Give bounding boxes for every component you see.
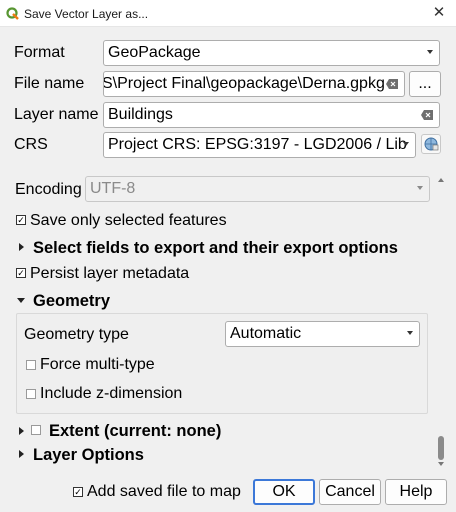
- save-selected-checkbox[interactable]: [16, 215, 26, 225]
- filename-value: S\Project Final\geopackage\Derna.gpkg: [103, 75, 385, 92]
- scroll-down-icon[interactable]: [438, 462, 444, 466]
- crs-selector-button[interactable]: [421, 134, 441, 154]
- extent-checkbox[interactable]: [31, 425, 41, 435]
- browse-button[interactable]: ...: [409, 71, 441, 97]
- chevron-down-icon: [407, 331, 413, 335]
- persist-metadata-checkbox[interactable]: [16, 268, 26, 278]
- encoding-label: Encoding: [15, 181, 82, 198]
- layername-label: Layer name: [14, 106, 99, 123]
- chevron-down-icon: [427, 50, 433, 54]
- layername-field[interactable]: Buildings: [103, 102, 440, 128]
- include-z-checkbox[interactable]: [26, 389, 36, 399]
- expand-arrow-icon[interactable]: [19, 427, 24, 435]
- geometry-type-label: Geometry type: [24, 326, 129, 343]
- crs-value: Project CRS: EPSG:3197 - LGD2006 / Lib: [108, 136, 407, 153]
- format-label: Format: [14, 44, 65, 61]
- globe-icon: [424, 137, 439, 151]
- save-selected-label: Save only selected features: [30, 212, 227, 229]
- chevron-down-icon: [417, 186, 423, 190]
- include-z-label: Include z-dimension: [40, 385, 183, 402]
- crs-select[interactable]: Project CRS: EPSG:3197 - LGD2006 / Lib: [103, 132, 416, 158]
- scroll-up-icon[interactable]: [438, 178, 444, 182]
- close-icon[interactable]: ✕: [430, 4, 448, 22]
- filename-field[interactable]: S\Project Final\geopackage\Derna.gpkg: [103, 71, 405, 97]
- geometry-type-value: Automatic: [230, 325, 302, 342]
- format-select[interactable]: GeoPackage: [103, 40, 440, 66]
- qgis-logo-icon: [6, 7, 19, 20]
- expand-arrow-icon[interactable]: [19, 243, 24, 251]
- help-button[interactable]: Help: [385, 479, 447, 505]
- add-saved-label: Add saved file to map: [87, 483, 241, 500]
- clear-icon[interactable]: [386, 79, 398, 89]
- select-fields-section[interactable]: Select fields to export and their export…: [33, 239, 398, 258]
- layer-options-section[interactable]: Layer Options: [33, 446, 144, 465]
- window-title: Save Vector Layer as...: [24, 7, 149, 21]
- force-multi-checkbox[interactable]: [26, 360, 36, 370]
- force-multi-label: Force multi-type: [40, 356, 155, 373]
- layername-value: Buildings: [108, 106, 173, 123]
- ok-button[interactable]: OK: [253, 479, 315, 505]
- clear-icon[interactable]: [421, 110, 433, 120]
- extent-section[interactable]: Extent (current: none): [49, 422, 221, 441]
- format-value: GeoPackage: [108, 44, 201, 61]
- geometry-section[interactable]: Geometry: [33, 292, 110, 311]
- geometry-type-select[interactable]: Automatic: [225, 321, 420, 347]
- crs-label: CRS: [14, 136, 48, 153]
- title-bar: Save Vector Layer as... ✕: [0, 0, 456, 27]
- filename-label: File name: [14, 75, 85, 92]
- collapse-arrow-icon[interactable]: [17, 298, 25, 303]
- add-saved-checkbox[interactable]: [73, 487, 83, 497]
- scrollbar[interactable]: [436, 174, 446, 470]
- encoding-select[interactable]: UTF-8: [85, 176, 430, 202]
- expand-arrow-icon[interactable]: [19, 450, 24, 458]
- scroll-thumb[interactable]: [438, 436, 444, 460]
- encoding-value: UTF-8: [90, 180, 136, 197]
- persist-metadata-label: Persist layer metadata: [30, 265, 190, 282]
- chevron-down-icon: [403, 142, 409, 146]
- cancel-button[interactable]: Cancel: [319, 479, 381, 505]
